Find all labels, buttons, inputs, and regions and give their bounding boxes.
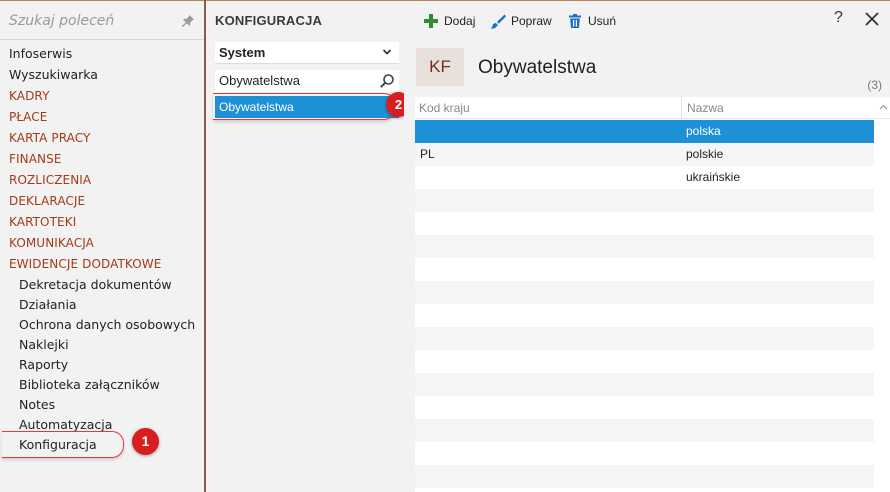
- empty-row: [415, 281, 874, 304]
- nav-item-naklejki[interactable]: Naklejki: [0, 335, 204, 355]
- nav-item-dekretacja-dokumentow[interactable]: Dekretacja dokumentów: [0, 275, 204, 295]
- empty-row: [415, 396, 874, 419]
- empty-row: [415, 189, 874, 212]
- cell-nazwa: polskie: [686, 147, 724, 161]
- edit-button-label: Popraw: [511, 14, 552, 28]
- main-area: Dodaj Popraw Usuń ? KF Obywatelstwa (3) …: [404, 0, 890, 492]
- empty-row: [415, 442, 874, 465]
- command-search-placeholder: Szukaj poleceń: [9, 13, 115, 29]
- nav-item-raporty[interactable]: Raporty: [0, 355, 204, 375]
- command-search[interactable]: Szukaj poleceń: [0, 2, 204, 40]
- column-separator[interactable]: [681, 97, 682, 119]
- step-badge-1: 1: [132, 428, 159, 455]
- chevron-down-icon: [382, 49, 392, 55]
- trash-icon: [569, 14, 581, 28]
- table-row[interactable]: PL polskie: [415, 143, 874, 166]
- delete-button-label: Usuń: [588, 14, 617, 28]
- category-select-value: System: [219, 45, 266, 60]
- help-button[interactable]: ?: [834, 9, 843, 27]
- table-row[interactable]: ukraińskie: [415, 166, 874, 189]
- configuration-panel: KONFIGURACJA System Obywatelstwa Obywate…: [206, 0, 404, 492]
- column-header-nazwa[interactable]: Nazwa: [687, 101, 724, 115]
- filter-input[interactable]: Obywatelstwa: [215, 70, 399, 92]
- empty-row: [415, 350, 874, 373]
- nav-item-ewidencje-dodatkowe[interactable]: EWIDENCJE DODATKOWE: [0, 254, 204, 275]
- empty-row: [415, 235, 874, 258]
- add-button-label: Dodaj: [444, 14, 476, 28]
- brush-icon: [490, 14, 506, 29]
- data-grid: Kod kraju Nazwa polska PL polskie ukraiński…: [415, 97, 890, 492]
- record-count: (3): [867, 78, 882, 92]
- nav-item-karta-pracy[interactable]: KARTA PRACY: [0, 128, 204, 149]
- search-icon[interactable]: [379, 73, 395, 89]
- nav-item-place[interactable]: PŁACE: [0, 107, 204, 128]
- nav-item-kartoteki[interactable]: KARTOTEKI: [0, 212, 204, 233]
- empty-row: [415, 373, 874, 396]
- column-header-kod-kraju[interactable]: Kod kraju: [419, 101, 470, 115]
- empty-row: [415, 465, 874, 488]
- empty-row: [415, 212, 874, 235]
- empty-row: [415, 304, 874, 327]
- nav-item-biblioteka-zalacznikow[interactable]: Biblioteka załączników: [0, 375, 204, 395]
- nav-item-komunikacja[interactable]: KOMUNIKACJA: [0, 233, 204, 254]
- empty-row: [415, 258, 874, 281]
- chevron-up-icon[interactable]: [879, 103, 888, 112]
- nav-item-ochrona-danych-osobowych[interactable]: Ochrona danych osobowych: [0, 315, 204, 335]
- nav-item-finanse[interactable]: FINANSE: [0, 149, 204, 170]
- highlight-outline-konfiguracja: [2, 431, 124, 458]
- nav-item-deklaracje[interactable]: DEKLARACJE: [0, 191, 204, 212]
- close-icon[interactable]: [865, 12, 879, 26]
- cell-nazwa: polska: [686, 124, 721, 138]
- table-row[interactable]: polska: [415, 120, 874, 143]
- configuration-title: KONFIGURACJA: [215, 13, 323, 28]
- nav-list: Infoserwis Wyszukiwarka KADRY PŁACE KARTA PR…: [0, 44, 204, 455]
- page-title: Obywatelstwa: [478, 57, 597, 78]
- nav-item-infoserwis[interactable]: Infoserwis: [0, 44, 204, 65]
- nav-item-wyszukiwarka[interactable]: Wyszukiwarka: [0, 65, 204, 86]
- empty-row: [415, 419, 874, 442]
- cell-kod-kraju: PL: [420, 147, 435, 161]
- nav-item-dzialania[interactable]: Działania: [0, 295, 204, 315]
- nav-item-notes[interactable]: Notes: [0, 395, 204, 415]
- view-header: KF Obywatelstwa (3): [404, 39, 890, 97]
- cell-nazwa: ukraińskie: [686, 170, 741, 184]
- nav-item-kadry[interactable]: KADRY: [0, 86, 204, 107]
- empty-row: [415, 327, 874, 350]
- pin-icon[interactable]: [181, 14, 195, 28]
- module-badge: KF: [416, 48, 464, 86]
- toolbar: Dodaj Popraw Usuń ?: [404, 0, 890, 39]
- navigation-panel: Szukaj poleceń Infoserwis Wyszukiwarka KAD…: [0, 0, 204, 492]
- filter-input-value: Obywatelstwa: [219, 73, 300, 88]
- highlight-outline-obywatelstwa: [213, 93, 396, 120]
- plus-icon: [424, 14, 438, 28]
- category-select[interactable]: System: [215, 42, 399, 64]
- nav-item-rozliczenia[interactable]: ROZLICZENIA: [0, 170, 204, 191]
- grid-header: Kod kraju Nazwa: [415, 97, 890, 119]
